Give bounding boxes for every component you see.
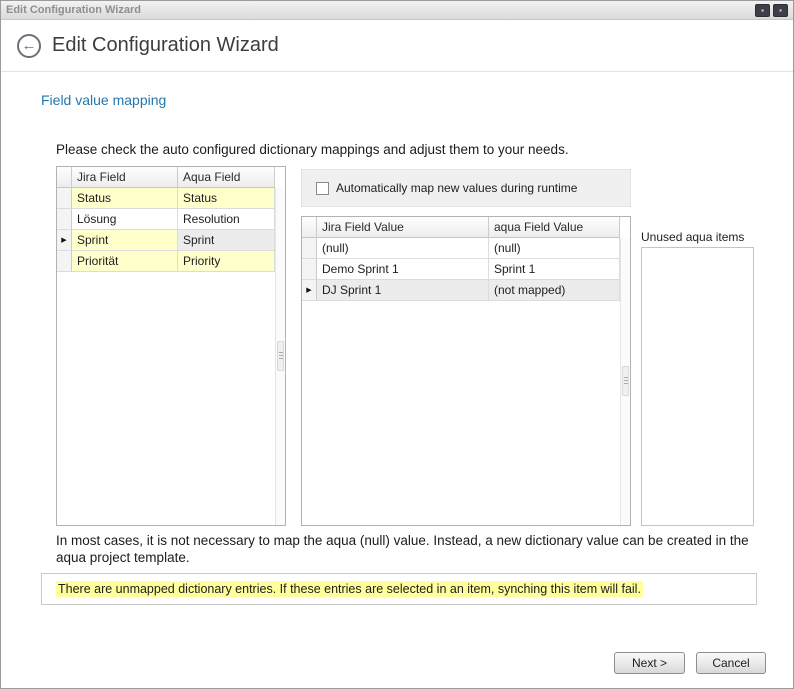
jira-field-cell[interactable]: Priorität xyxy=(72,251,178,272)
scrollbar-thumb[interactable] xyxy=(622,366,629,396)
aqua-field-cell[interactable]: Sprint xyxy=(178,230,275,251)
warning-text: There are unmapped dictionary entries. I… xyxy=(56,581,643,597)
unused-aqua-items-label: Unused aqua items xyxy=(641,230,744,244)
field-table-header-row: Jira Field Aqua Field xyxy=(57,167,285,188)
table-row[interactable]: Demo Sprint 1 Sprint 1 xyxy=(302,259,630,280)
table-row[interactable]: Lösung Resolution xyxy=(57,209,285,230)
table-row[interactable]: (null) (null) xyxy=(302,238,630,259)
note-text: In most cases, it is not necessary to ma… xyxy=(56,532,758,567)
row-indicator-cell xyxy=(57,209,72,230)
wizard-header: ← Edit Configuration Wizard xyxy=(1,20,793,72)
row-indicator-cell xyxy=(57,188,72,209)
current-row-marker-icon: ▶ xyxy=(302,280,317,301)
field-table-scrollbar[interactable] xyxy=(275,188,285,525)
table-row[interactable]: Priorität Priority xyxy=(57,251,285,272)
field-mapping-table: Jira Field Aqua Field Status Status Lösu… xyxy=(56,166,286,526)
titlebar-title: Edit Configuration Wizard xyxy=(6,4,141,16)
row-indicator-cell xyxy=(302,259,317,280)
jira-value-cell[interactable]: (null) xyxy=(317,238,489,259)
jira-field-cell[interactable]: Sprint xyxy=(72,230,178,251)
table-row[interactable]: ▶ DJ Sprint 1 (not mapped) xyxy=(302,280,630,301)
table-row[interactable]: ▶ Sprint Sprint xyxy=(57,230,285,251)
field-table-col-jira[interactable]: Jira Field xyxy=(72,167,178,188)
back-arrow-icon: ← xyxy=(22,37,37,54)
unused-aqua-items-list[interactable] xyxy=(641,247,754,526)
aqua-field-cell[interactable]: Resolution xyxy=(178,209,275,230)
auto-map-checkbox[interactable] xyxy=(316,182,329,195)
field-table-col-aqua[interactable]: Aqua Field xyxy=(178,167,275,188)
aqua-field-cell[interactable]: Status xyxy=(178,188,275,209)
cancel-button[interactable]: Cancel xyxy=(696,652,766,674)
instruction-text: Please check the auto configured diction… xyxy=(56,142,569,157)
row-indicator-cell xyxy=(57,251,72,272)
jira-value-cell[interactable]: Demo Sprint 1 xyxy=(317,259,489,280)
window-controls: ▪ ▪ xyxy=(755,4,788,17)
value-table-header-row: Jira Field Value aqua Field Value xyxy=(302,217,630,238)
aqua-value-cell[interactable]: (null) xyxy=(489,238,620,259)
edit-configuration-wizard-window: Edit Configuration Wizard ▪ ▪ ← Edit Con… xyxy=(0,0,794,689)
aqua-value-cell[interactable]: (not mapped) xyxy=(489,280,620,301)
value-table-col-jira[interactable]: Jira Field Value xyxy=(317,217,489,238)
titlebar: Edit Configuration Wizard ▪ ▪ xyxy=(1,1,793,20)
value-table-scrollbar[interactable] xyxy=(620,238,630,525)
section-title: Field value mapping xyxy=(41,92,166,108)
page-title: Edit Configuration Wizard xyxy=(52,34,279,57)
runtime-mapping-panel: Automatically map new values during runt… xyxy=(301,169,631,207)
current-row-marker-icon: ▶ xyxy=(57,230,72,251)
warning-box: There are unmapped dictionary entries. I… xyxy=(41,573,757,605)
field-table-corner-cell xyxy=(57,167,72,188)
aqua-field-cell[interactable]: Priority xyxy=(178,251,275,272)
aqua-value-cell[interactable]: Sprint 1 xyxy=(489,259,620,280)
value-mapping-table: Jira Field Value aqua Field Value (null)… xyxy=(301,216,631,526)
value-table-corner-cell xyxy=(302,217,317,238)
scrollbar-thumb[interactable] xyxy=(277,341,284,371)
minimize-icon[interactable]: ▪ xyxy=(755,4,770,17)
next-button[interactable]: Next > xyxy=(614,652,685,674)
value-table-col-aqua[interactable]: aqua Field Value xyxy=(489,217,620,238)
jira-field-cell[interactable]: Status xyxy=(72,188,178,209)
jira-field-cell[interactable]: Lösung xyxy=(72,209,178,230)
auto-map-checkbox-label[interactable]: Automatically map new values during runt… xyxy=(336,181,577,195)
table-row[interactable]: Status Status xyxy=(57,188,285,209)
row-indicator-cell xyxy=(302,238,317,259)
close-icon[interactable]: ▪ xyxy=(773,4,788,17)
back-button[interactable]: ← xyxy=(17,34,41,58)
jira-value-cell[interactable]: DJ Sprint 1 xyxy=(317,280,489,301)
